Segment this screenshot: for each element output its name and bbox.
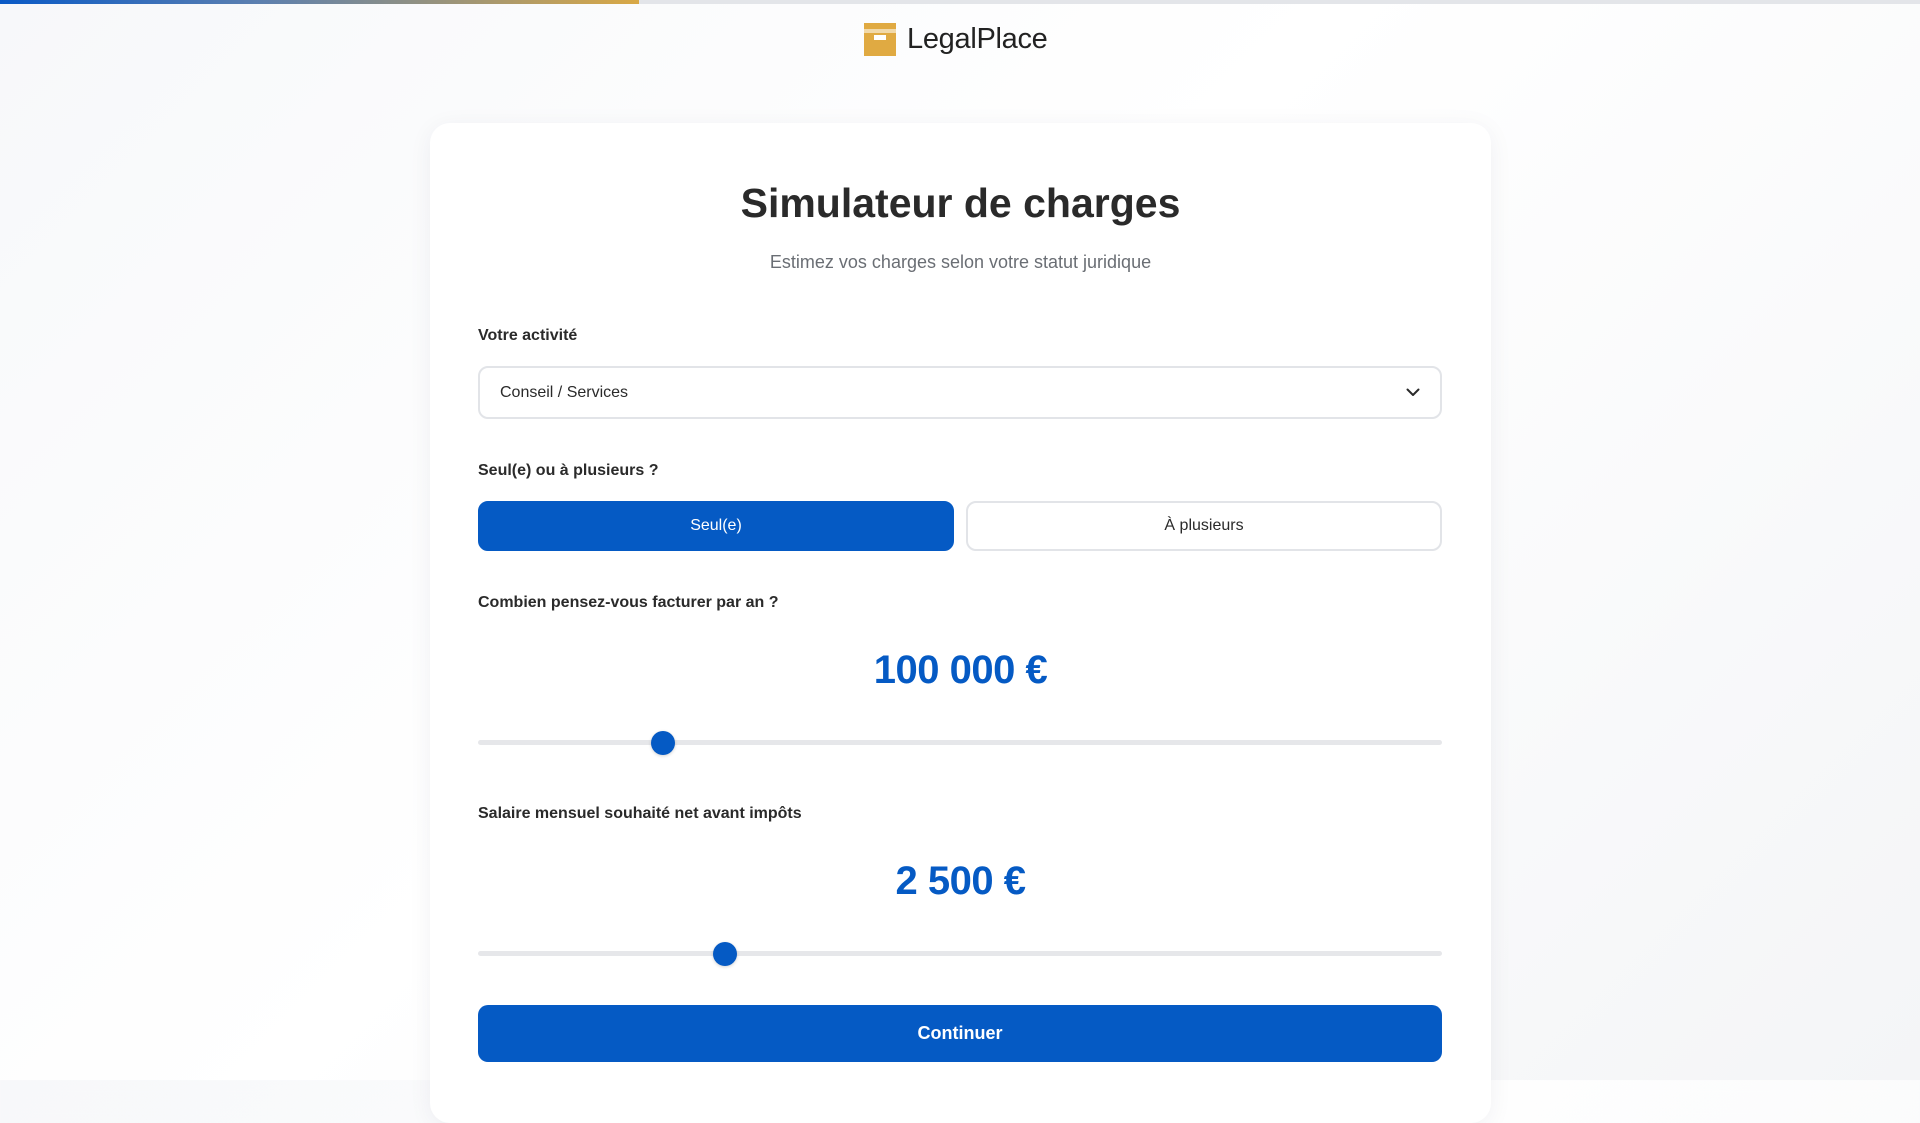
- page-subtitle: Estimez vos charges selon votre statut j…: [769, 252, 1152, 272]
- activity-select-value: Conseil / Services: [500, 383, 629, 401]
- salary-slider-thumb[interactable]: [712, 942, 737, 966]
- salary-slider-track: [478, 951, 1442, 956]
- alone-option-button[interactable]: Seul(e): [478, 501, 954, 551]
- partners-label: Seul(e) ou à plusieurs ?: [478, 462, 659, 479]
- progress-bar: [0, 0, 1920, 4]
- revenue-label: Combien pensez-vous facturer par an ?: [478, 594, 779, 611]
- continue-button[interactable]: Continuer: [478, 1005, 1442, 1062]
- activity-select[interactable]: Conseil / Services: [478, 366, 1442, 419]
- salary-amount: 2 500 €: [895, 859, 1026, 903]
- revenue-slider[interactable]: [478, 730, 1442, 755]
- revenue-slider-thumb[interactable]: [651, 731, 676, 755]
- simulator-card: [430, 123, 1491, 1123]
- salary-label: Salaire mensuel souhaité net avant impôt…: [478, 805, 802, 822]
- several-option-button[interactable]: À plusieurs: [966, 501, 1442, 551]
- activity-label: Votre activité: [478, 327, 578, 344]
- revenue-amount: 100 000 €: [873, 648, 1048, 692]
- progress-bar-fill: [0, 0, 640, 4]
- brand-logo[interactable]: LegalPlace: [864, 23, 1048, 56]
- salary-slider[interactable]: [478, 941, 1442, 966]
- page-title: Simulateur de charges: [740, 180, 1181, 226]
- brand-name: LegalPlace: [907, 23, 1048, 55]
- revenue-slider-track: [478, 740, 1442, 745]
- chevron-down-icon: [1406, 388, 1420, 396]
- legalplace-logo-icon: [864, 23, 896, 56]
